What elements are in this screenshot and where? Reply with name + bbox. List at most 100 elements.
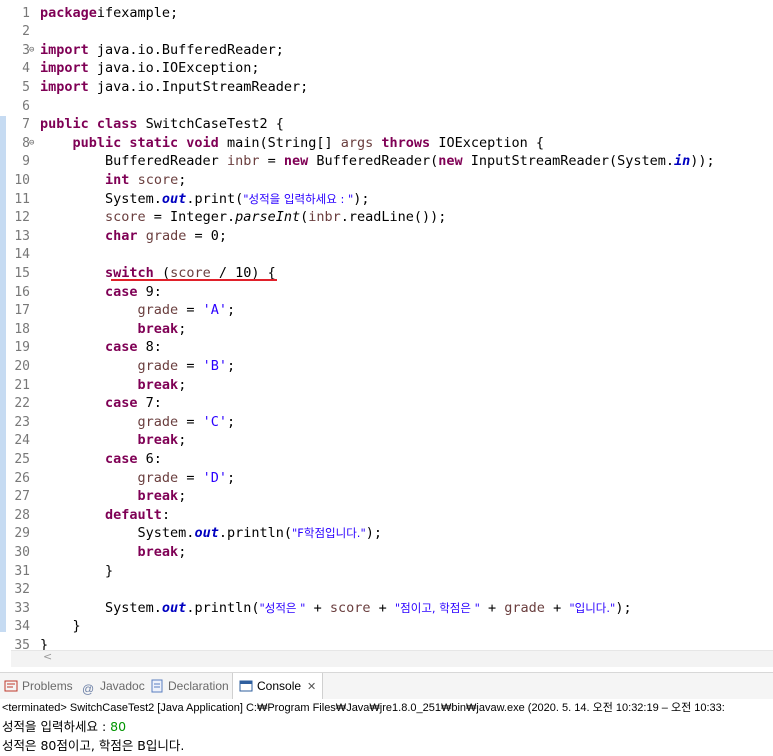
line-number: 11: [14, 191, 30, 207]
code-token: args: [340, 134, 374, 151]
fold-toggle-icon[interactable]: ⊖: [29, 134, 34, 153]
code-token: grade: [137, 357, 179, 374]
code-text: break;: [40, 487, 187, 506]
line-number: 18: [14, 321, 30, 337]
code-line: 30 break;: [0, 543, 773, 562]
code-text: case 7:: [40, 394, 162, 413]
line-number: 5: [22, 79, 30, 95]
code-line: 17 grade = 'A';: [0, 301, 773, 320]
code-token: grade: [137, 302, 179, 319]
line-number: 16: [14, 284, 30, 300]
code-token: BufferedReader(: [308, 153, 439, 170]
code-token: =: [178, 413, 203, 430]
code-text: case 9:: [40, 283, 162, 302]
switch-underline-annotation: [111, 279, 277, 281]
code-token: 'A': [202, 302, 227, 319]
line-number: 27: [14, 489, 30, 505]
line-number: 21: [14, 377, 30, 393]
code-line: 20 grade = 'B';: [0, 357, 773, 376]
code-token: ;: [178, 376, 187, 393]
console-view[interactable]: <terminated> SwitchCaseTest2 [Java Appli…: [0, 699, 773, 756]
console-icon: [239, 680, 253, 692]
code-token: ;: [178, 171, 187, 188]
code-token: case: [105, 283, 138, 300]
code-token: :: [161, 506, 171, 523]
tab-problems-label: Problems: [22, 679, 73, 693]
code-token: 9:: [137, 283, 162, 300]
code-token: ;: [178, 488, 187, 505]
code-token: case: [105, 450, 138, 467]
code-token: =: [178, 302, 203, 319]
code-editor[interactable]: 1 packageifexample; 2 3 ⊖ import java.io.Buff…: [0, 0, 773, 668]
code-token: char: [105, 227, 138, 244]
code-token: BufferedReader: [40, 153, 227, 170]
close-icon[interactable]: ✕: [307, 681, 316, 693]
code-text: score = Integer.parseInt(inbr.readLine()…: [40, 208, 446, 227]
line-number: 31: [14, 563, 30, 579]
code-token: = 0;: [186, 227, 227, 244]
tab-problems[interactable]: Problems: [4, 673, 73, 699]
code-token: ifexample;: [96, 4, 179, 21]
tab-javadoc[interactable]: @ Javadoc: [82, 673, 145, 699]
code-token: new: [438, 153, 463, 170]
code-token: =: [178, 357, 203, 374]
line-number: 1: [22, 5, 30, 21]
code-token: +: [370, 599, 395, 616]
code-token: default: [105, 506, 162, 523]
line-number: 14: [14, 247, 30, 263]
code-token: +: [305, 599, 330, 616]
code-token: ;: [226, 413, 236, 430]
code-token: grade: [137, 469, 179, 486]
scroll-left-icon[interactable]: <: [43, 650, 52, 663]
code-token: ;: [226, 357, 236, 374]
line-number: 2: [22, 24, 30, 40]
tab-declaration[interactable]: Declaration: [150, 673, 229, 699]
code-token: InputStreamReader(System.: [462, 153, 674, 170]
code-line: 23 grade = 'C';: [0, 413, 773, 432]
problems-icon: [4, 680, 18, 692]
code-line: 18 break;: [0, 320, 773, 339]
console-result-line: 성적은 80점이고, 학점은 B입니다.: [2, 738, 185, 753]
code-token: = Integer.: [145, 209, 236, 226]
code-token: =: [259, 153, 284, 170]
code-token: inbr: [308, 209, 341, 226]
code-token: grade: [504, 599, 545, 616]
tab-console[interactable]: Console ✕: [232, 673, 324, 699]
code-token: IOException {: [430, 134, 544, 151]
tab-declaration-label: Declaration: [168, 679, 229, 693]
code-token: out: [161, 599, 187, 616]
code-token: "F학점입니다.": [291, 526, 366, 541]
code-line: 32: [0, 580, 773, 599]
code-token: break: [137, 543, 179, 560]
horizontal-scrollbar[interactable]: <: [11, 650, 773, 667]
tab-javadoc-label: Javadoc: [100, 679, 145, 693]
fold-toggle-icon[interactable]: ⊖: [29, 41, 34, 60]
code-text: import java.io.IOException;: [40, 59, 259, 78]
code-token: ;: [178, 432, 187, 449]
line-number: 22: [14, 396, 30, 412]
code-token: parseInt: [235, 209, 301, 226]
code-token: ;: [178, 320, 187, 337]
line-number: 28: [14, 507, 30, 523]
tab-console-label: Console: [257, 679, 302, 693]
code-token: import: [40, 41, 89, 58]
code-token: =: [178, 469, 203, 486]
code-token: score: [105, 209, 146, 226]
code-text: BufferedReader inbr = new BufferedReader…: [40, 152, 715, 171]
line-number: 34: [14, 619, 30, 635]
code-text: grade = 'B';: [40, 357, 236, 376]
code-text: break;: [40, 320, 187, 339]
code-line: 33 System.out.println("성적은 " + score + "…: [0, 599, 773, 618]
line-number: 26: [14, 470, 30, 486]
code-text: char grade = 0;: [40, 227, 227, 246]
line-number: 12: [14, 210, 30, 226]
code-token: break: [137, 376, 179, 393]
